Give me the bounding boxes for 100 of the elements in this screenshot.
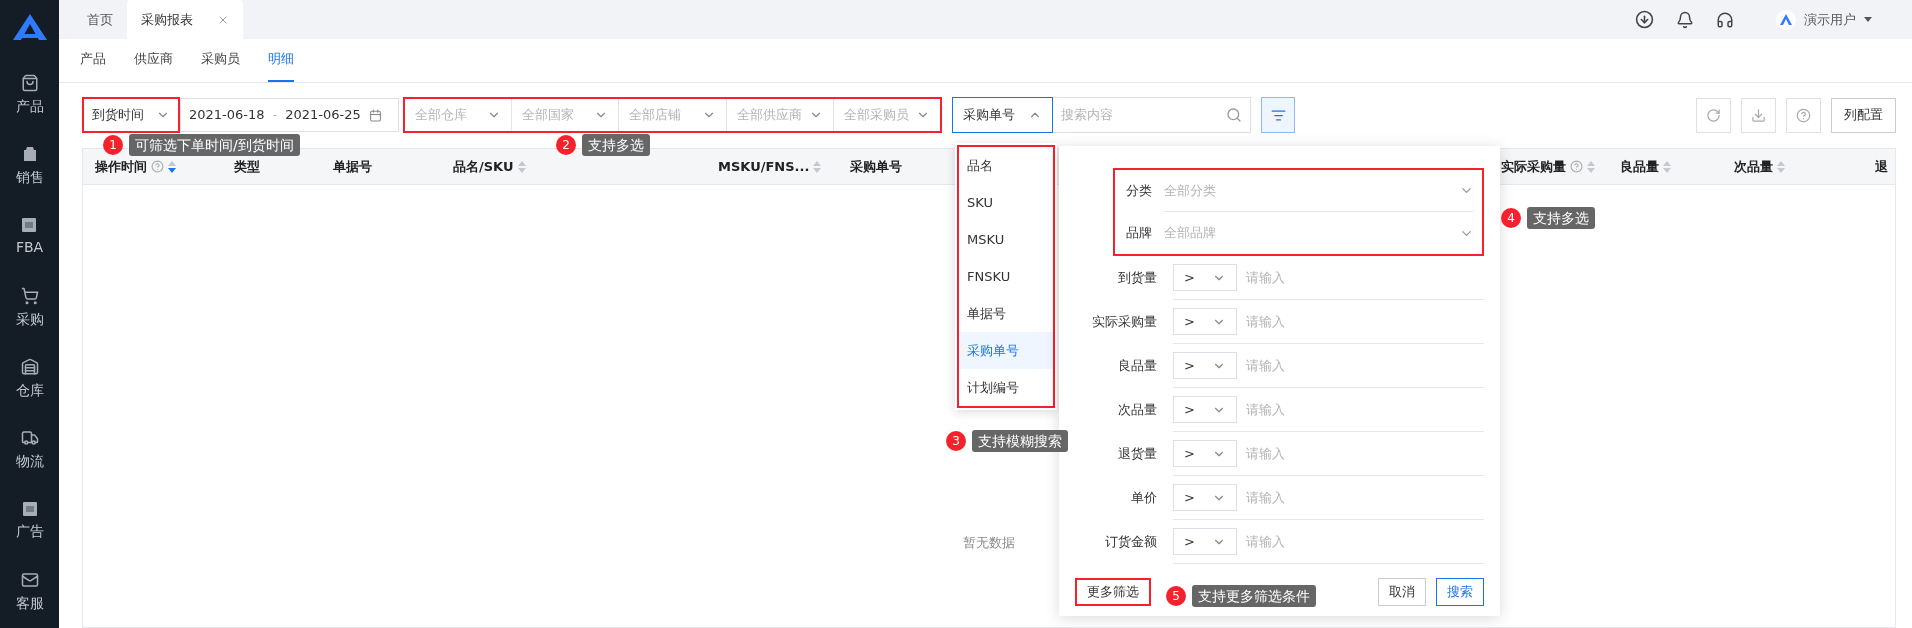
column-header: 操作时间 — [95, 157, 147, 176]
menu-item[interactable]: 计划编号 — [959, 369, 1053, 406]
page-tab[interactable]: 首页 — [73, 0, 127, 39]
field-label: 分类 — [1125, 182, 1153, 201]
sub-tab[interactable]: 明细 — [268, 38, 294, 82]
sidebar-item[interactable]: 采购 — [15, 309, 44, 330]
input-field[interactable]: 请输入 — [1246, 487, 1446, 508]
sub-tab[interactable]: 产品 — [80, 38, 106, 82]
search-icon[interactable] — [1226, 107, 1242, 123]
date-type-select[interactable]: 到货时间 — [82, 97, 180, 133]
callout-tooltip: 支持多选 — [582, 134, 650, 156]
menu-item[interactable]: 品名 — [959, 147, 1053, 184]
step-number: 1 — [103, 135, 123, 155]
cart-icon — [20, 287, 39, 305]
input-field[interactable]: 请输入 — [1246, 443, 1446, 464]
avatar-icon[interactable] — [1776, 9, 1796, 30]
menu-item[interactable]: 单据号 — [959, 295, 1053, 332]
column-header: 实际采购量 — [1501, 157, 1566, 176]
operator-select[interactable]: > — [1173, 264, 1237, 291]
column-header: MSKU/FNS... — [718, 157, 810, 176]
column-header: 品名/SKU — [453, 157, 514, 176]
warehouse-icon — [20, 358, 39, 376]
operator-select[interactable]: > — [1173, 352, 1237, 379]
menu-item[interactable]: MSKU — [959, 221, 1053, 258]
input-field[interactable]: 请输入 — [1246, 531, 1446, 552]
sub-tab[interactable]: 供应商 — [134, 38, 173, 82]
sidebar-item[interactable]: 产品 — [15, 96, 44, 117]
search-field[interactable]: 搜索内容 — [1053, 97, 1251, 133]
column-header: 次品量 — [1734, 157, 1773, 176]
page-tab[interactable]: 采购报表 — [127, 0, 243, 39]
search-input[interactable]: 搜索内容 — [1061, 105, 1211, 125]
advanced-filter-button[interactable] — [1261, 97, 1295, 133]
field-label: 订货金额 — [1104, 533, 1158, 552]
sidebar-item[interactable]: 客服 — [15, 593, 44, 614]
step-number: 2 — [556, 135, 576, 155]
date-range-field[interactable]: 2021-06-18 - 2021-06-25 — [180, 98, 399, 132]
sub-tab[interactable]: 采购员 — [201, 38, 240, 82]
menu-item[interactable]: 采购单号 — [959, 332, 1053, 369]
help-button[interactable] — [1786, 97, 1821, 133]
sidebar-item[interactable]: 仓库 — [15, 380, 44, 401]
sidebar-item[interactable]: 销售 — [15, 167, 44, 188]
column-header: 良品量 — [1620, 157, 1659, 176]
sidebar-item[interactable]: 广告 — [15, 521, 44, 542]
column-header: 退 — [1875, 157, 1888, 176]
empty-message: 暂无数据 — [963, 534, 1015, 552]
cancel-button[interactable]: 取消 — [1378, 578, 1426, 606]
column-header: 单据号 — [333, 157, 372, 176]
help-icon[interactable] — [1570, 160, 1583, 173]
operator-select[interactable]: > — [1173, 528, 1237, 555]
sidebar-item[interactable]: 物流 — [15, 451, 44, 472]
user-name[interactable]: 演示用户 — [1804, 9, 1856, 30]
menu-item[interactable]: SKU — [959, 184, 1053, 221]
calendar-icon — [368, 108, 382, 122]
callout-tooltip: 支持更多筛选条件 — [1192, 585, 1316, 607]
operator-select[interactable]: > — [1173, 308, 1237, 335]
refresh-icon — [1706, 107, 1721, 123]
filter-icon — [1270, 107, 1286, 123]
field-label: 良品量 — [1117, 357, 1158, 376]
column-settings-button[interactable]: 列配置 — [1831, 97, 1896, 133]
download-icon — [1751, 107, 1766, 123]
menu-item[interactable]: FNSKU — [959, 258, 1053, 295]
field-label: 退货量 — [1117, 445, 1158, 464]
field-label: 次品量 — [1117, 401, 1158, 420]
logo-icon[interactable] — [12, 14, 47, 40]
operator-select[interactable]: > — [1173, 484, 1237, 511]
more-filters-button[interactable]: 更多筛选 — [1075, 578, 1151, 606]
mail-icon — [20, 571, 39, 589]
help-icon[interactable] — [151, 160, 164, 173]
operator-select[interactable]: > — [1173, 396, 1237, 423]
field-label: 到货量 — [1117, 269, 1158, 288]
refresh-button[interactable] — [1696, 97, 1731, 133]
input-field[interactable]: 请输入 — [1246, 311, 1446, 332]
field-label: 品牌 — [1125, 224, 1153, 243]
callout-tooltip: 可筛选下单时间/到货时间 — [129, 134, 300, 156]
square-icon — [21, 501, 38, 517]
bag-icon — [20, 74, 39, 92]
headset-icon[interactable] — [1716, 10, 1734, 29]
sidebar-item[interactable]: FBA — [15, 237, 44, 258]
search-button[interactable]: 搜索 — [1436, 578, 1484, 606]
help-icon — [1796, 107, 1811, 123]
download-button[interactable] — [1741, 97, 1776, 133]
search-type-select[interactable]: 采购单号 — [952, 97, 1053, 133]
input-field[interactable]: 请输入 — [1246, 399, 1446, 420]
callout-tooltip: 支持模糊搜索 — [972, 430, 1068, 452]
column-header: 类型 — [234, 157, 260, 176]
field-label: 单价 — [1130, 489, 1158, 508]
sort-icon[interactable] — [168, 160, 176, 173]
bell-icon[interactable] — [1676, 10, 1694, 29]
column-header: 采购单号 — [850, 157, 902, 176]
field-label: 实际采购量 — [1091, 313, 1158, 332]
caret-icon[interactable] — [1864, 17, 1872, 22]
truck-icon — [20, 429, 39, 447]
callout-tooltip: 支持多选 — [1527, 207, 1595, 229]
step-number: 3 — [946, 431, 966, 451]
input-field[interactable]: 请输入 — [1246, 267, 1446, 288]
input-field[interactable]: 请输入 — [1246, 355, 1446, 376]
download-icon[interactable] — [1635, 10, 1654, 29]
square-icon — [21, 217, 38, 233]
operator-select[interactable]: > — [1173, 440, 1237, 467]
step-number: 4 — [1501, 208, 1521, 228]
